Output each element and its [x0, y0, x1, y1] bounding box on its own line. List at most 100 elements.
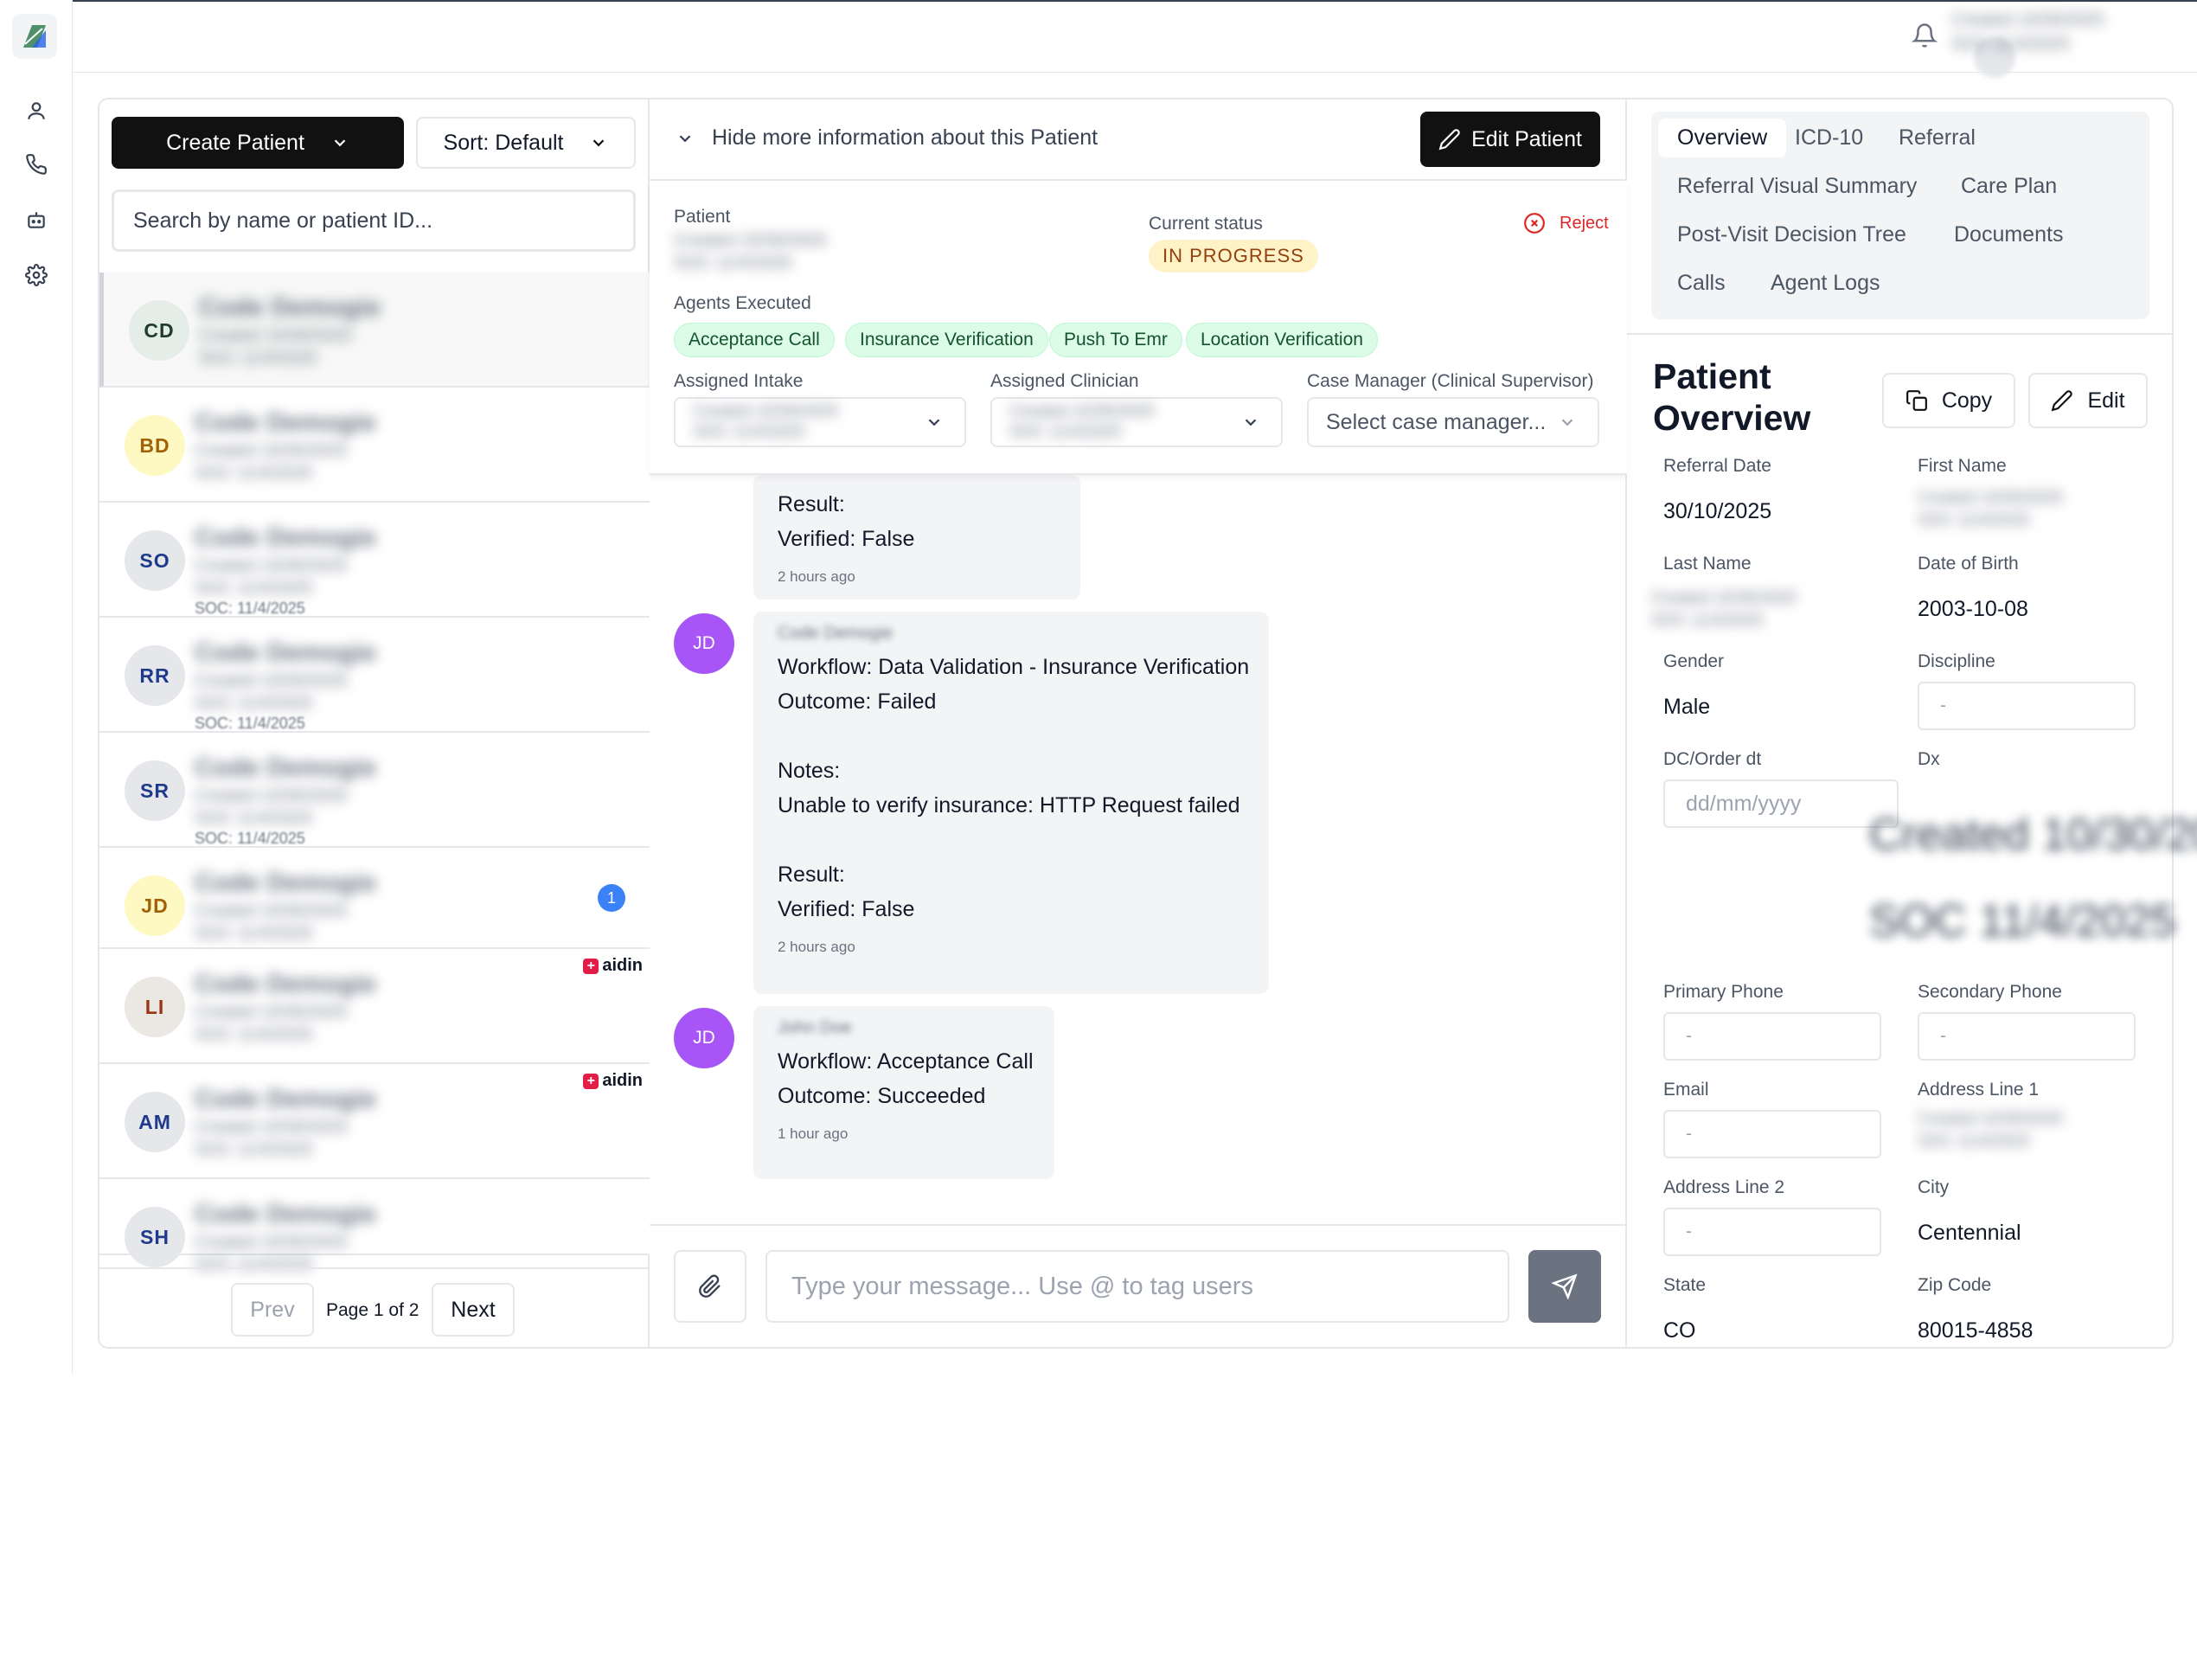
patient-created: Created 10/30/2025: [195, 1233, 348, 1252]
copy-button[interactable]: Copy: [1882, 373, 2015, 428]
referral-date-value: 30/10/2025: [1663, 499, 1772, 523]
patient-row[interactable]: AM Code Demogie Created 10/30/2025 SOC 11/4…: [99, 1064, 650, 1179]
message-time: 1 hour ago: [778, 1125, 849, 1142]
page-title: Patient Overview: [1653, 356, 1810, 439]
aidin-label: aidin: [602, 956, 643, 975]
state-value: CO: [1663, 1318, 1696, 1343]
patient-label: Patient: [674, 207, 731, 227]
page-info: Page 1 of 2: [326, 1300, 420, 1320]
message-line: Verified: False: [778, 897, 915, 921]
patient-name: Code Demogie: [195, 753, 377, 782]
message-line: [778, 719, 1245, 753]
user-info[interactable]: Created 10/30/2025 SOC 11/4/2025: [1943, 9, 2168, 57]
patient-soc: SOC 11/4/2025: [199, 349, 317, 368]
patient-row[interactable]: BD Code Demogie Created 10/30/2025 SOC 11/4…: [99, 388, 650, 503]
soc-date: SOC: 11/4/2025: [195, 830, 305, 847]
patient-row[interactable]: RR Code Demogie Created 10/30/2025 SOC 11/4…: [99, 618, 650, 733]
tab-agent-logs[interactable]: Agent Logs: [1752, 264, 1899, 303]
tab-post-visit-decision-tree[interactable]: Post-Visit Decision Tree: [1658, 215, 1925, 254]
intake-line-2: SOC 11/4/2025: [693, 423, 805, 441]
tab-calls[interactable]: Calls: [1658, 264, 1745, 303]
tab-referral-visual-summary[interactable]: Referral Visual Summary: [1658, 167, 1936, 206]
secondary-phone-field[interactable]: -: [1918, 1012, 2136, 1061]
patient-list-panel: Create Patient Sort: Default Search by n…: [99, 99, 650, 1347]
agent-chip: Acceptance Call: [674, 323, 835, 357]
address1-line-1: Created 10/30/2025: [1918, 1110, 2063, 1128]
discipline-field[interactable]: -: [1918, 682, 2136, 730]
email-label: Email: [1663, 1080, 1709, 1100]
chevron-down-icon: [1245, 419, 1257, 426]
tab-referral[interactable]: Referral: [1880, 119, 1995, 157]
assigned-clinician-select[interactable]: Created 10/30/2025 SOC 11/4/2025: [990, 397, 1283, 447]
current-status-label: Current status: [1149, 214, 1263, 234]
create-patient-button[interactable]: Create Patient: [112, 117, 404, 169]
address2-field[interactable]: -: [1663, 1208, 1881, 1256]
user-icon[interactable]: [21, 95, 52, 126]
reject-button[interactable]: Reject: [1523, 212, 1609, 234]
bot-icon[interactable]: [21, 204, 52, 235]
sort-dropdown[interactable]: Sort: Default: [416, 117, 636, 169]
bell-icon[interactable]: [1911, 22, 1941, 52]
message-bubble: John Doe Workflow: Acceptance Call Outco…: [753, 1006, 1054, 1179]
patient-row[interactable]: SH Code Demogie Created 10/30/2025 SOC 11/4…: [99, 1179, 650, 1274]
patient-row[interactable]: JD Code Demogie Created 10/30/2025 SOC 11/4…: [99, 848, 650, 949]
assigned-intake-select[interactable]: Created 10/30/2025 SOC 11/4/2025: [674, 397, 966, 447]
referral-date-label: Referral Date: [1663, 456, 1771, 476]
dx-label: Dx: [1918, 749, 1940, 769]
logo-icon[interactable]: [12, 14, 57, 59]
dx-line-2: SOC 11/4/2025: [1869, 896, 2176, 946]
message-input[interactable]: Type your message... Use @ to tag users: [765, 1250, 1509, 1323]
chevron-down-icon: [1561, 419, 1573, 426]
patient-row[interactable]: SR Code Demogie Created 10/30/2025 SOC 11/4…: [99, 733, 650, 848]
dx-line-1: Created 10/30/2025: [1869, 810, 2197, 860]
avatar: RR: [125, 645, 185, 706]
prev-button[interactable]: Prev: [231, 1283, 314, 1337]
avatar: LI: [125, 977, 185, 1037]
message-line: Outcome: Succeeded: [778, 1084, 986, 1108]
hide-info-toggle[interactable]: Hide more information about this Patient: [676, 125, 1098, 151]
agents-executed-label: Agents Executed: [674, 293, 811, 313]
dc-order-date-field[interactable]: dd/mm/yyyy: [1663, 779, 1899, 828]
chat-header: Hide more information about this Patient…: [650, 99, 1625, 181]
user-line-2: SOC 11/4/2025: [1951, 35, 2070, 54]
send-button[interactable]: [1528, 1250, 1601, 1323]
case-manager-select[interactable]: Select case manager...: [1307, 397, 1599, 447]
hide-info-label: Hide more information about this Patient: [712, 125, 1098, 150]
tab-care-plan[interactable]: Care Plan: [1942, 167, 2076, 206]
divider: [1627, 333, 2172, 335]
edit-button[interactable]: Edit: [2028, 373, 2148, 428]
avatar: CD: [129, 300, 189, 361]
tab-icd-10[interactable]: ICD-10: [1776, 119, 1882, 157]
city-label: City: [1918, 1177, 1950, 1197]
search-input[interactable]: Search by name or patient ID...: [112, 189, 636, 252]
patient-created: Created 10/30/2025: [199, 326, 352, 345]
avatar: JD: [125, 875, 185, 936]
chevron-down-icon: [928, 419, 940, 426]
plus-icon: +: [583, 1073, 599, 1089]
tab-overview[interactable]: Overview: [1658, 119, 1787, 157]
message-composer: Type your message... Use @ to tag users: [650, 1224, 1627, 1350]
attach-button[interactable]: [674, 1250, 746, 1323]
clinician-line-2: SOC 11/4/2025: [1009, 423, 1122, 441]
email-field[interactable]: -: [1663, 1110, 1881, 1158]
primary-phone-field[interactable]: -: [1663, 1012, 1881, 1061]
patient-row[interactable]: CD Code Demogie Created 10/30/2025 SOC 11/4…: [99, 273, 650, 388]
chevron-down-icon: [679, 134, 691, 142]
patient-row[interactable]: SO Code Demogie Created 10/30/2025 SOC 11/4…: [99, 503, 650, 618]
message-time: 2 hours ago: [778, 568, 855, 585]
edit-patient-button[interactable]: Edit Patient: [1420, 112, 1600, 167]
next-button[interactable]: Next: [432, 1283, 515, 1337]
message-line: [778, 823, 1245, 857]
overview-panel: Overview ICD-10 Referral Referral Visual…: [1627, 99, 2197, 1347]
tab-documents[interactable]: Documents: [1935, 215, 2082, 254]
city-value: Centennial: [1918, 1221, 2021, 1245]
message-line: Unable to verify insurance: HTTP Request…: [778, 793, 1240, 818]
copy-icon: [1906, 390, 1927, 411]
patient-row[interactable]: LI Code Demogie Created 10/30/2025 SOC 11/4…: [99, 949, 650, 1064]
patient-soc: SOC 11/4/2025: [195, 579, 313, 598]
gear-icon[interactable]: [21, 260, 52, 291]
avatar: SR: [125, 760, 185, 821]
agent-chip: Location Verification: [1186, 323, 1378, 357]
phone-icon[interactable]: [21, 149, 52, 180]
patient-soc: SOC 11/4/2025: [195, 464, 313, 483]
